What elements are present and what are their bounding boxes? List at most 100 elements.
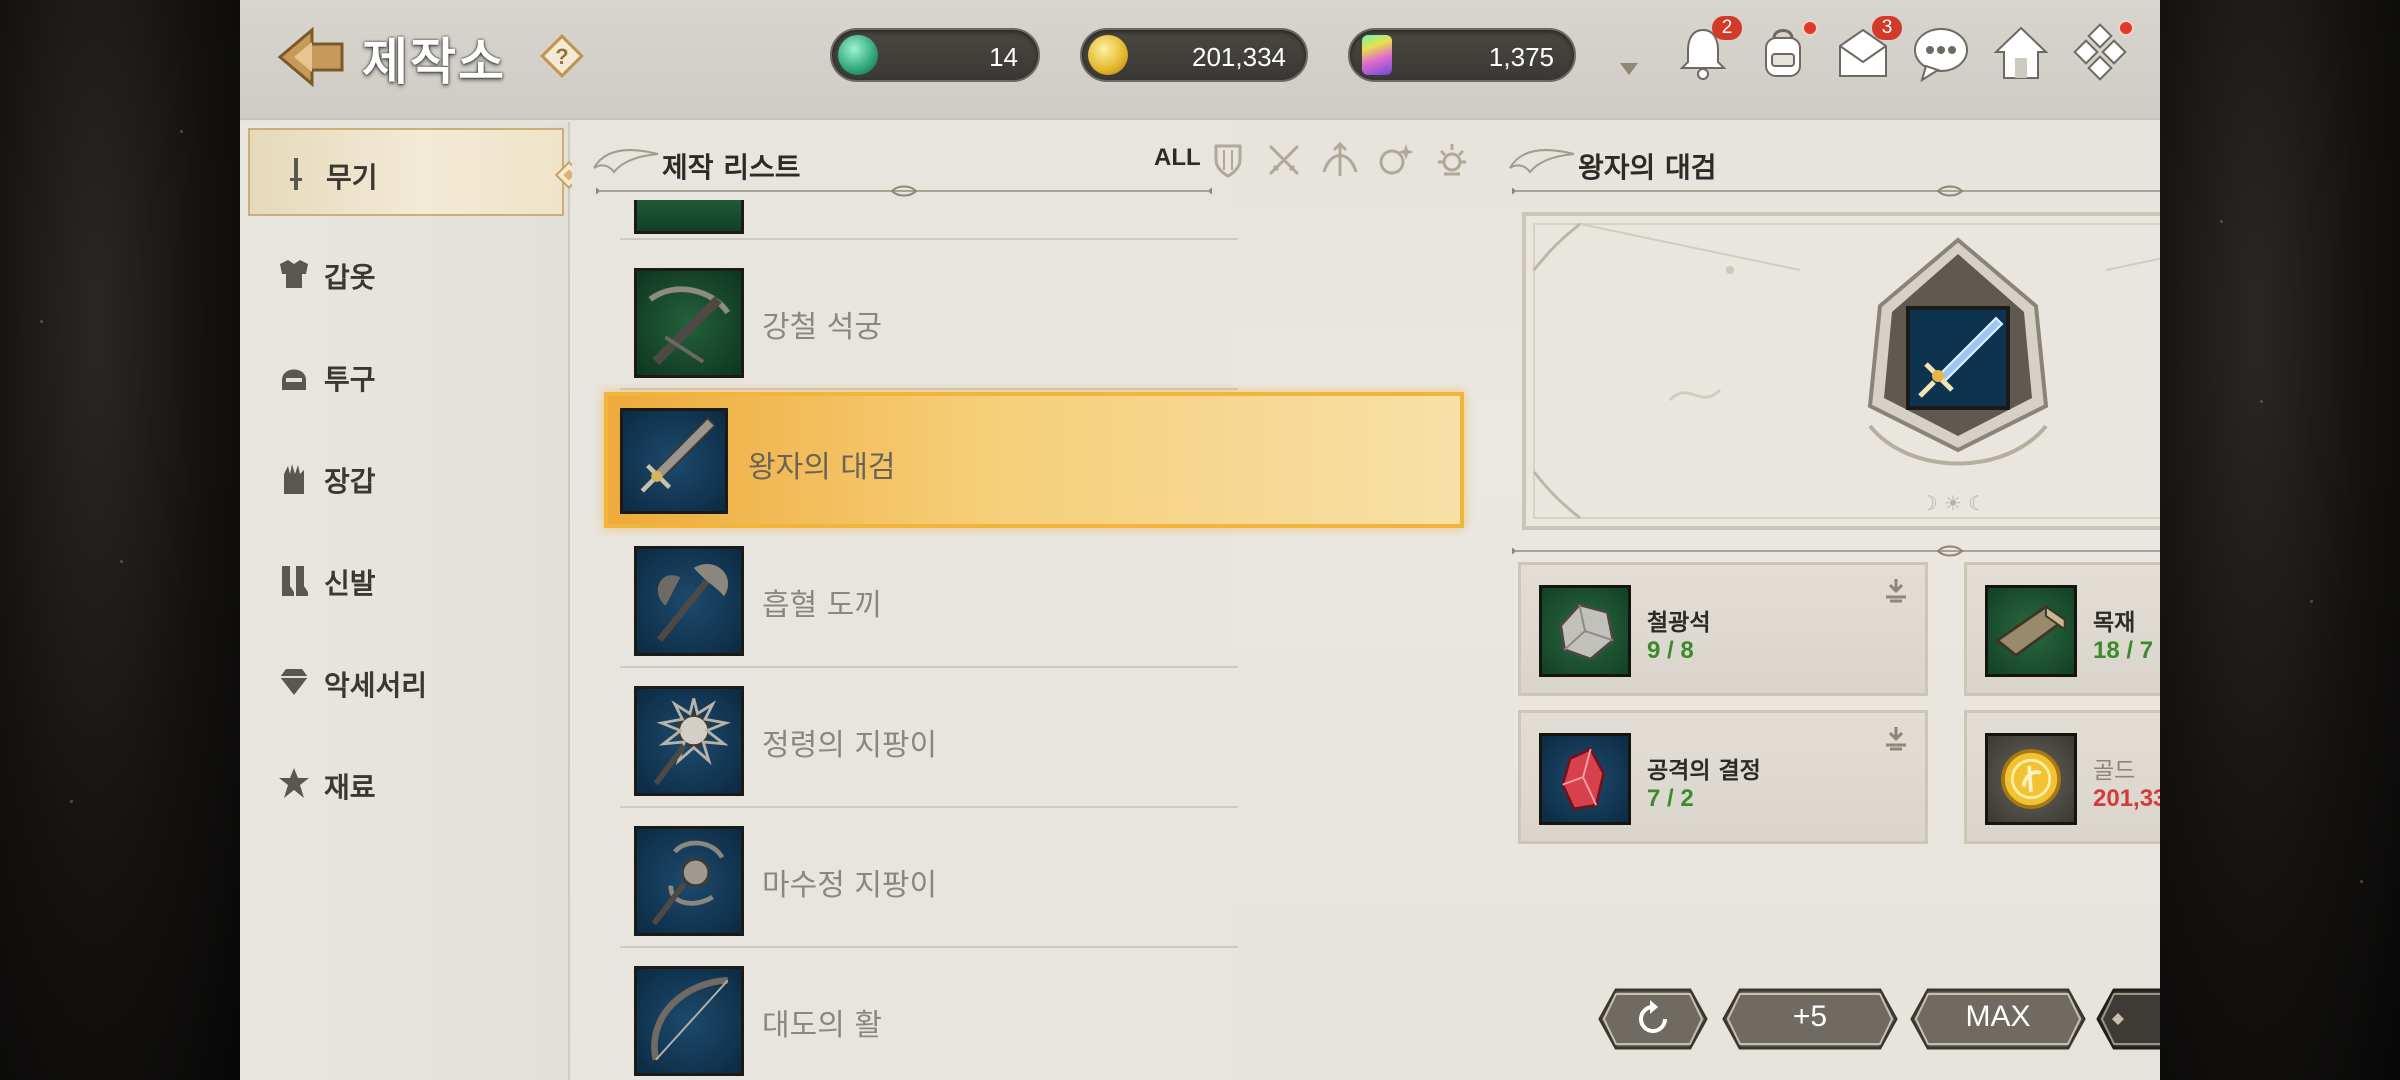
source-icon[interactable] [1881,575,1911,605]
currency-crystal[interactable]: 1,375 [1348,28,1576,82]
detail-title: 왕자의 대검 [1578,151,1717,184]
material-name: 골드 [2093,758,2136,784]
list-item[interactable]: 대도의 활 [620,950,1238,1080]
currency-value: 201,334 [1192,42,1286,72]
detail-header: 왕자의 대검 [1508,132,1908,192]
new-indicator [2118,20,2134,36]
material-name: 철광석 [1647,610,1711,636]
inventory-button[interactable] [1752,20,1818,84]
item-label: 흡혈 도끼 [762,588,882,623]
gold-coin-icon [1985,733,2077,825]
home-button[interactable] [1990,22,2052,84]
crossbow-icon [634,268,744,378]
item-label: 정령의 지팡이 [762,728,938,763]
max-button[interactable]: MAX [1910,986,2086,1052]
left-backdrop [0,0,240,1080]
category-label: 장갑 [324,465,376,498]
material-card[interactable]: 목재 18 / 7 [1964,562,2160,696]
category-label: 갑옷 [324,261,376,294]
green-orb-icon [838,35,878,75]
rainbow-crystal-icon [1362,35,1392,75]
material-card[interactable]: 골드 201,334 / 300,000 [1964,710,2160,844]
divider [1512,185,2160,197]
plus5-label: +5 [1792,1000,1828,1033]
notification-badge: 2 [1712,16,1742,40]
source-icon[interactable] [1881,723,1911,753]
magic-filter-icon[interactable] [1376,140,1416,180]
svg-text:☽ ☀ ☾: ☽ ☀ ☾ [1920,491,1987,515]
back-arrow-icon[interactable] [276,26,346,88]
wing-ornament-icon [1509,149,1575,174]
notification-button[interactable]: 2 [1672,16,1742,84]
dual-sword-filter-icon[interactable] [1264,140,1304,180]
bow-filter-icon[interactable] [1320,140,1360,180]
material-name: 공격의 결정 [1647,758,1761,784]
list-title: 제작 리스트 [662,151,801,184]
item-label: 마수정 지팡이 [762,868,938,903]
list-item[interactable]: 강철 석궁 [620,252,1238,390]
chat-button[interactable] [1910,22,1972,84]
gem-icon [280,669,308,695]
category-weapon[interactable]: 무기 [248,128,584,216]
armor-icon [280,260,308,288]
chevron-down-icon[interactable] [1618,60,1640,78]
material-card[interactable]: 공격의 결정 7 / 2 [1518,710,1928,844]
greatsword-icon [620,408,728,514]
mail-button[interactable]: 3 [1832,16,1902,84]
list-header: 제작 리스트 [592,132,892,192]
category-gloves[interactable]: 장갑 [248,434,564,522]
list-item[interactable]: 흡혈 도끼 [620,530,1238,668]
item-label: 왕자의 대검 [748,450,896,485]
material-qty: 9 / 8 [1647,637,1694,664]
currency-value: 1,375 [1488,42,1554,72]
category-label: 신발 [324,567,376,600]
category-armor[interactable]: 갑옷 [248,230,564,318]
filter-all[interactable]: ALL [1154,144,1201,172]
main-menu-button[interactable] [2068,20,2134,84]
category-helmet[interactable]: 투구 [248,332,564,420]
category-boots[interactable]: 신발 [248,536,564,624]
material-card[interactable]: 철광석 9 / 8 [1518,562,1928,696]
wood-icon [1985,585,2077,677]
chat-icon [1914,28,1968,83]
crystal-staff-icon [634,826,744,936]
page-title: 제작소 [362,33,506,91]
list-item[interactable]: 마수정 지팡이 [620,810,1238,948]
svg-text:?: ? [555,44,568,69]
currency-gold[interactable]: 201,334 [1080,28,1308,82]
help-icon[interactable]: ? [538,32,586,80]
category-label: 투구 [324,363,376,396]
material-qty: 18 / 7 [2093,637,2154,664]
new-indicator [1802,20,1818,36]
wing-ornament-icon [593,149,659,174]
boots-icon [282,566,308,596]
reset-button[interactable] [1598,986,1708,1052]
divider [596,185,1212,197]
currency-value: 14 [989,42,1018,72]
gold-coin-icon [1088,35,1128,75]
material-name: 목재 [2093,610,2136,636]
shield-filter-icon[interactable] [1208,140,1248,180]
currency-green-orb[interactable]: 14 [830,28,1040,82]
list-item[interactable]: 정령의 지팡이 [620,670,1238,808]
right-backdrop [2160,0,2400,1080]
category-label: 무기 [326,161,378,194]
gloves-icon [284,464,304,494]
craft-button[interactable]: 제작 [2096,986,2160,1052]
max-label: MAX [1965,1000,2031,1033]
plus5-button[interactable]: +5 [1722,986,1898,1052]
item-label: 대도의 활 [762,1008,882,1043]
category-accessory[interactable]: 악세서리 [248,638,564,726]
sun-filter-icon[interactable] [1432,140,1472,180]
home-icon [1993,26,2049,79]
bow-icon [634,966,744,1076]
list-item-selected[interactable]: 왕자의 대검 [604,392,1464,528]
category-material[interactable]: 재료 [248,740,564,828]
list-item-partial[interactable] [620,200,1238,240]
category-label: 재료 [324,771,376,804]
item-label: 강철 석궁 [762,310,882,345]
item-thumbnail [634,200,744,234]
craft-label: 제작 [2096,1000,2160,1044]
crystal-icon [1539,733,1631,825]
item-emblem [1867,237,2049,466]
